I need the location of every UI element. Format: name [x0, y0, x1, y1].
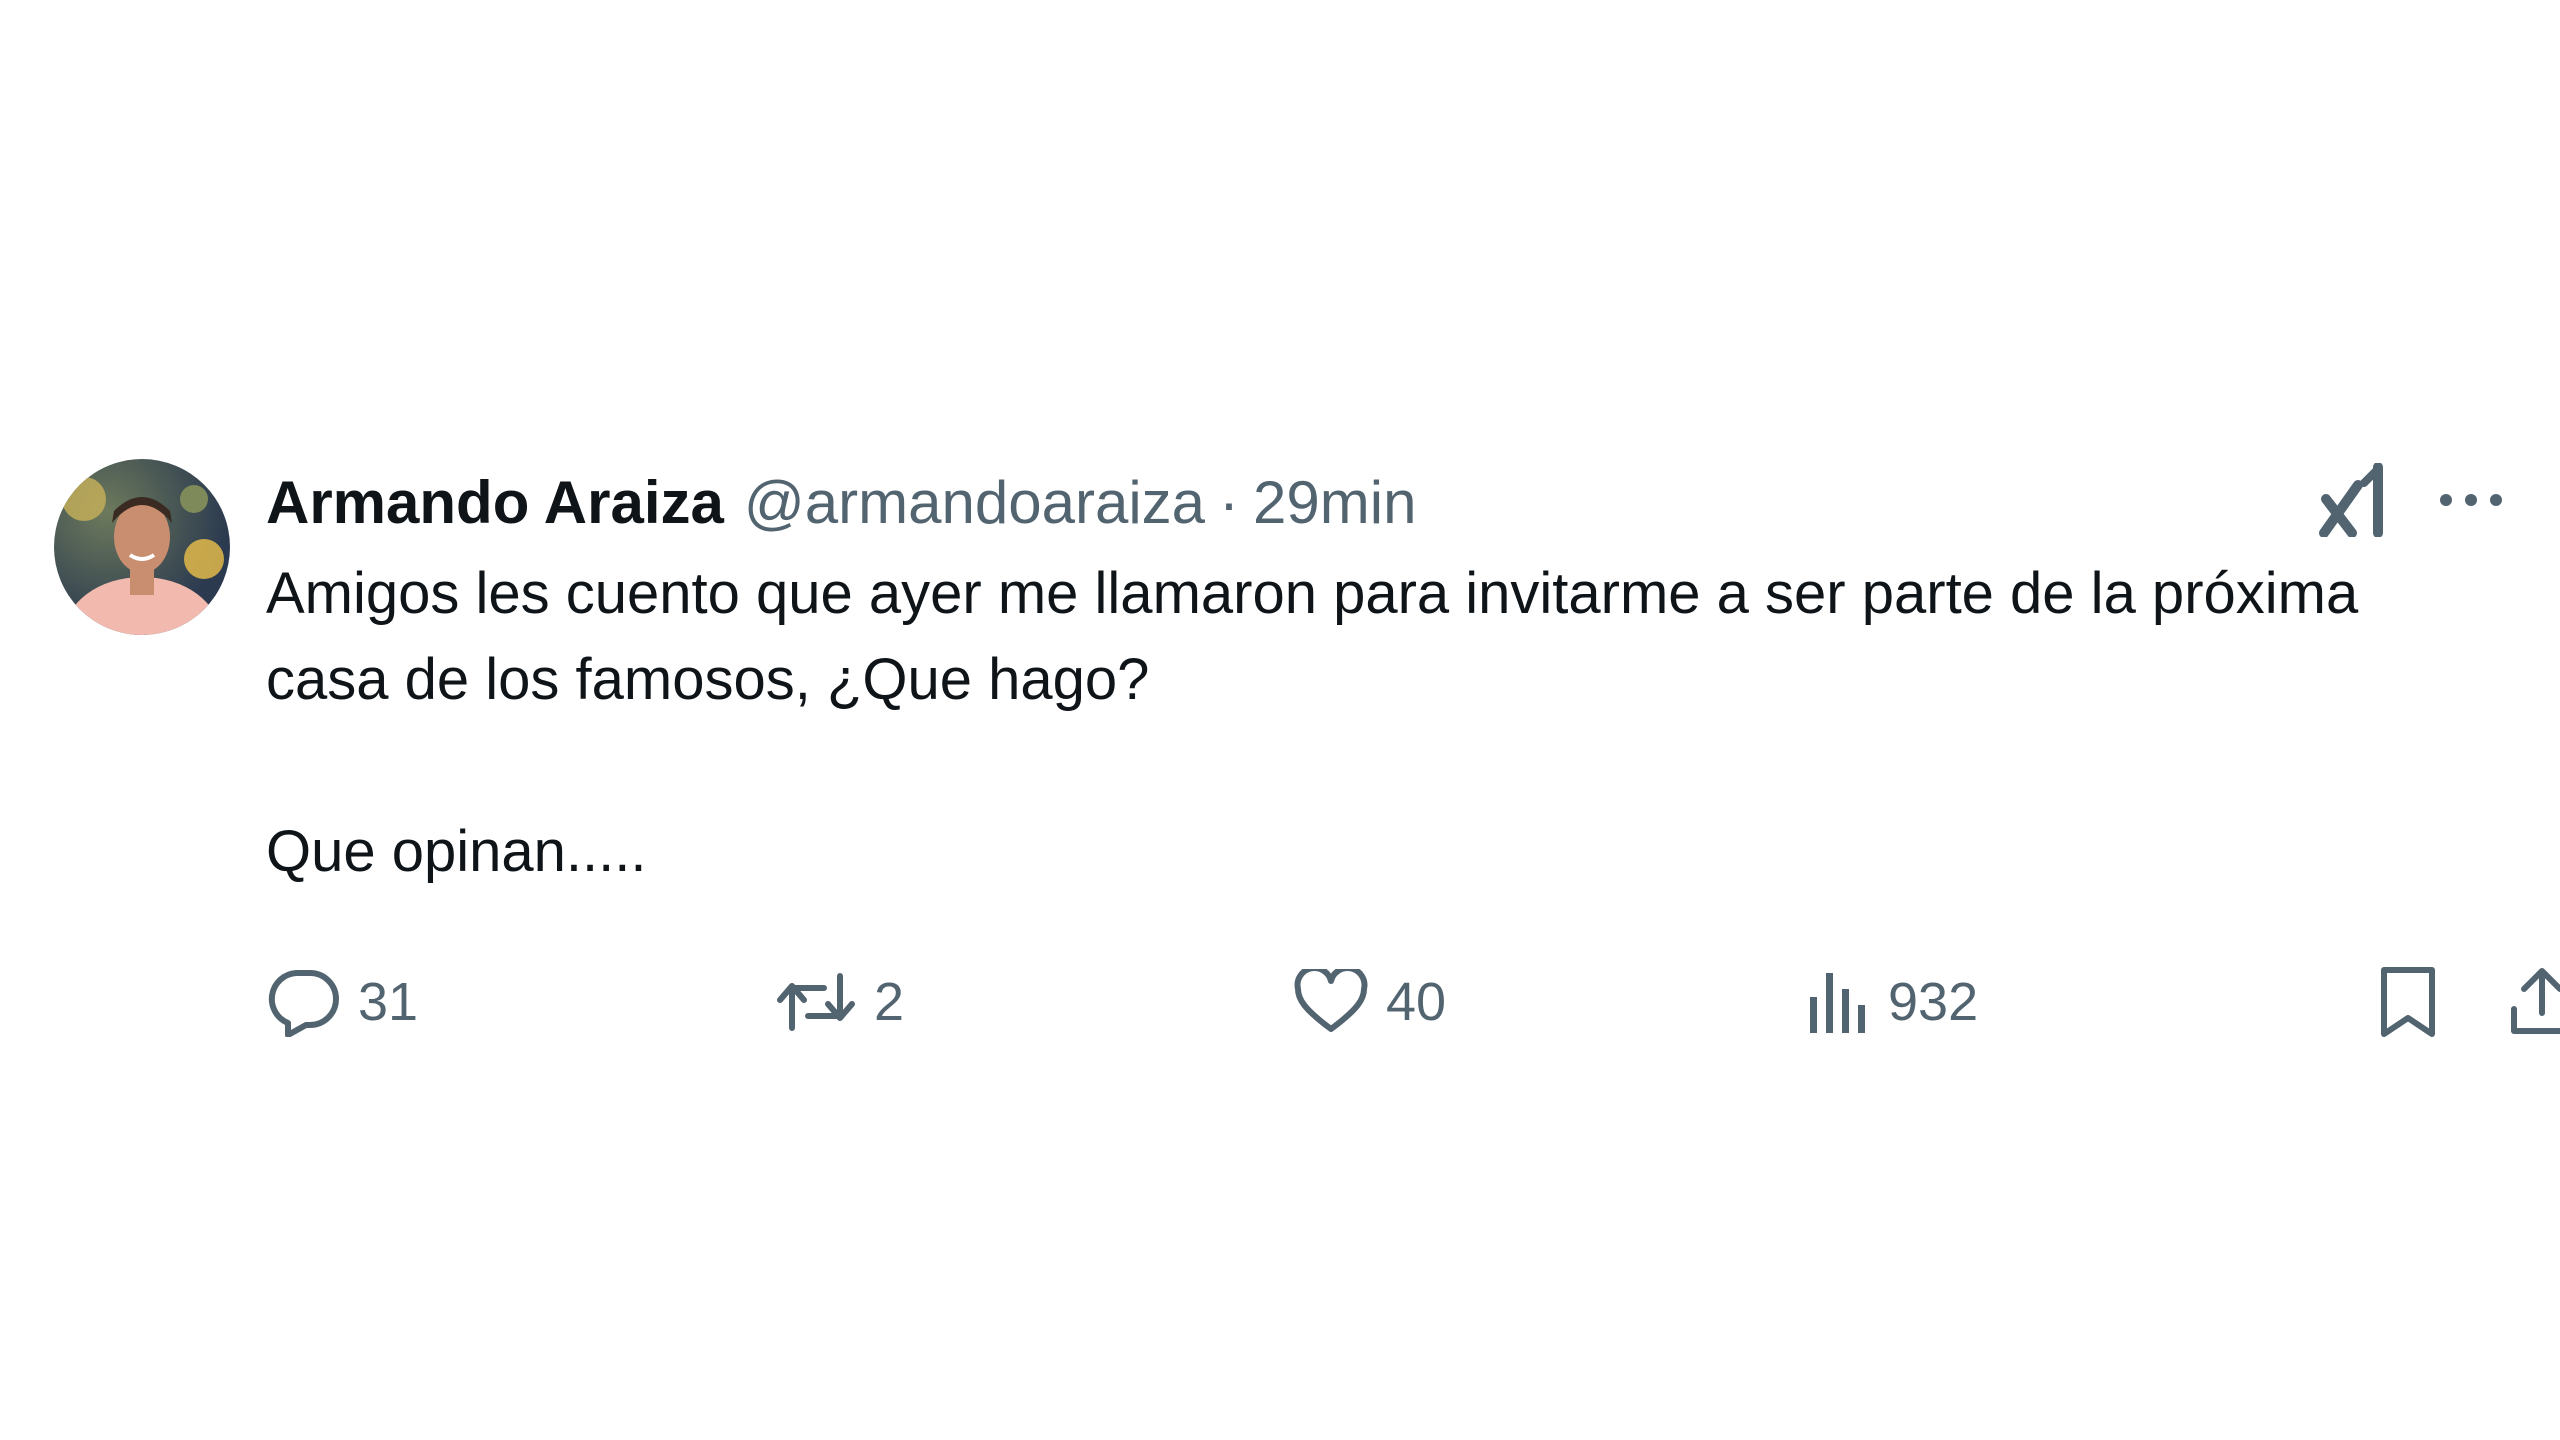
- reply-icon: [266, 967, 340, 1037]
- reply-count: 31: [358, 972, 419, 1032]
- tweet-actions: 31 2 40 932: [266, 957, 2560, 1047]
- views-icon: [1806, 969, 1870, 1035]
- repost-icon: [776, 970, 856, 1034]
- separator-dot: ·: [1219, 468, 1240, 536]
- tweet-body: Armando Araiza @armandoaraiza · 29min Am…: [266, 455, 2560, 1037]
- reply-button[interactable]: 31: [266, 957, 418, 1047]
- share-icon: [2508, 967, 2560, 1037]
- repost-button[interactable]: 2: [776, 957, 904, 1047]
- grok-icon[interactable]: [2318, 463, 2388, 537]
- more-icon[interactable]: [2436, 490, 2506, 510]
- tweet-header: Armando Araiza @armandoaraiza · 29min: [266, 455, 2506, 549]
- tweet-text: Amigos les cuento que ayer me llamaron p…: [266, 561, 2359, 884]
- share-button[interactable]: [2508, 957, 2560, 1047]
- avatar[interactable]: [54, 459, 230, 635]
- header-actions: [2318, 463, 2506, 537]
- views-count: 932: [1888, 972, 1979, 1032]
- like-count: 40: [1386, 972, 1447, 1032]
- tweet-time[interactable]: 29min: [1253, 468, 1416, 537]
- views-button[interactable]: 932: [1806, 957, 1978, 1047]
- like-icon: [1294, 969, 1368, 1035]
- avatar-image: [62, 477, 224, 635]
- author-name[interactable]: Armando Araiza: [266, 468, 724, 537]
- repost-count: 2: [874, 972, 905, 1032]
- author-handle[interactable]: @armandoaraiza: [744, 468, 1205, 537]
- like-button[interactable]: 40: [1294, 957, 1446, 1047]
- bookmark-button[interactable]: [2378, 957, 2438, 1047]
- bookmark-icon: [2378, 966, 2438, 1038]
